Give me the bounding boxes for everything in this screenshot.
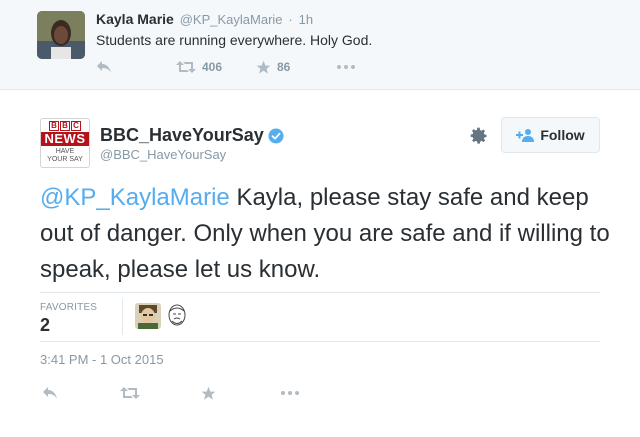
- reply-button[interactable]: [96, 58, 112, 76]
- more-icon: [337, 65, 355, 69]
- favoriter-avatar[interactable]: [135, 303, 161, 329]
- follow-label: Follow: [540, 127, 585, 143]
- favorites-count[interactable]: 2: [40, 315, 50, 336]
- follow-button[interactable]: Follow: [501, 117, 600, 153]
- gear-icon: [470, 127, 487, 144]
- favorite-count: 86: [277, 60, 291, 74]
- retweet-button[interactable]: [120, 384, 140, 402]
- author-handle[interactable]: @BBC_HaveYourSay: [100, 147, 226, 162]
- author-name[interactable]: Kayla Marie: [96, 11, 174, 27]
- bbc-avatar[interactable]: B B C NEWS HAVE YOUR SAY: [40, 118, 90, 168]
- favoriter-avatar[interactable]: [164, 303, 190, 329]
- retweet-icon: [176, 61, 196, 73]
- have-logo-text: HAVE: [55, 148, 75, 155]
- add-user-icon: [516, 129, 535, 142]
- author-handle[interactable]: @KP_KaylaMarie: [180, 12, 283, 27]
- bbc-logo: B B C: [41, 121, 89, 131]
- favorite-button[interactable]: 86: [256, 58, 290, 76]
- tweet-date[interactable]: 3:41 PM - 1 Oct 2015: [40, 352, 164, 367]
- stats-divider: [122, 299, 123, 335]
- reply-button[interactable]: [42, 384, 58, 402]
- more-button[interactable]: [336, 58, 356, 76]
- star-icon: [201, 386, 216, 400]
- news-logo-text: NEWS: [41, 132, 89, 146]
- star-icon: [256, 60, 271, 74]
- tweet-stats: FAVORITES 2: [40, 292, 600, 342]
- author-name[interactable]: BBC_HaveYourSay: [100, 125, 264, 146]
- parent-actions: 406 86: [96, 58, 396, 76]
- your-say-logo-text: YOUR SAY: [47, 156, 83, 163]
- retweet-icon: [120, 387, 140, 399]
- tweet-text: Students are running everywhere. Holy Go…: [96, 32, 373, 48]
- settings-button[interactable]: [466, 123, 492, 149]
- more-icon: [281, 391, 299, 395]
- reply-icon: [43, 387, 57, 399]
- favorite-button[interactable]: [201, 384, 216, 402]
- retweet-count: 406: [202, 60, 223, 74]
- author-name-row: BBC_HaveYourSay: [100, 125, 284, 146]
- retweet-button[interactable]: 406: [176, 58, 222, 76]
- tweet-text: @KP_KaylaMarie Kayla, please stay safe a…: [40, 180, 610, 288]
- timestamp[interactable]: 1h: [299, 12, 313, 27]
- mention-link[interactable]: @KP_KaylaMarie: [40, 184, 230, 211]
- parent-tweet[interactable]: Kayla Marie @KP_KaylaMarie · 1h Students…: [0, 0, 640, 90]
- tweet-actions: [40, 384, 340, 406]
- separator: ·: [288, 12, 293, 27]
- parent-header: Kayla Marie @KP_KaylaMarie · 1h: [96, 11, 313, 27]
- verified-badge-icon: [268, 128, 284, 143]
- reply-icon: [97, 61, 111, 73]
- more-button[interactable]: [280, 384, 300, 402]
- favorites-label: FAVORITES: [40, 302, 98, 313]
- avatar[interactable]: [37, 11, 85, 59]
